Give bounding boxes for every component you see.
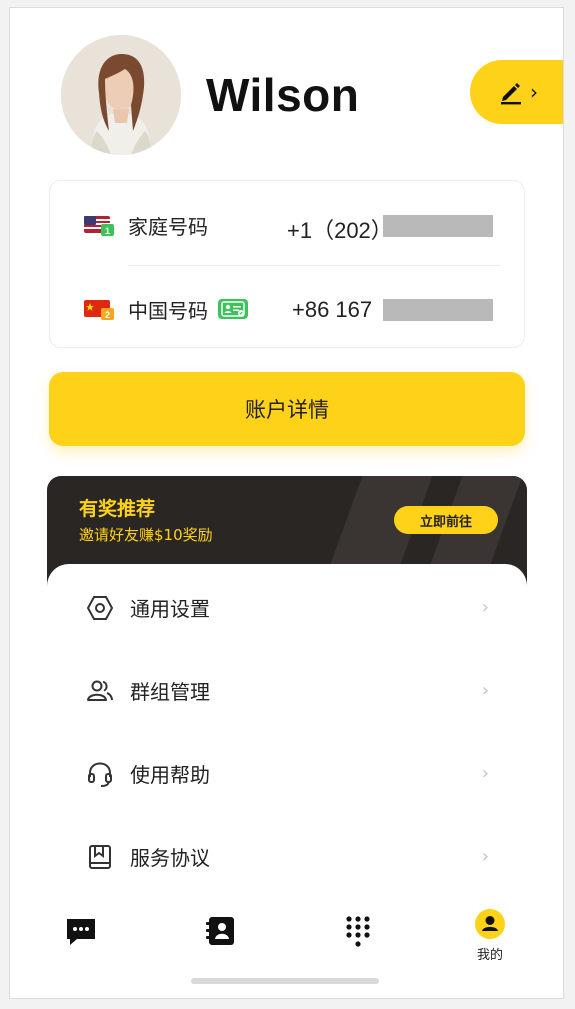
china-number-label: 中国号码 — [128, 298, 208, 323]
svg-text:1: 1 — [105, 226, 110, 236]
chevron-right-icon: › — [481, 597, 489, 618]
menu-item-help[interactable]: 使用帮助 › — [47, 732, 527, 815]
us-flag-icon: 1 — [84, 214, 114, 236]
menu-item-general-settings[interactable]: 通用设置 › — [47, 566, 527, 649]
contacts-book-icon — [206, 917, 234, 945]
china-number-row[interactable]: 2 中国号码 — [84, 289, 248, 329]
home-number-label: 家庭号码 — [128, 214, 208, 239]
chevron-right-icon: › — [481, 680, 489, 701]
app-screen: Wilson › 1 家庭号码 +1（202） 2 中国号码 +86 167 账… — [9, 7, 564, 999]
promo-title: 有奖推荐 — [79, 498, 156, 520]
chevron-right-icon: › — [481, 763, 489, 784]
dialpad-icon — [346, 916, 370, 947]
bookmark-icon — [86, 843, 114, 871]
id-card-icon — [218, 299, 248, 319]
cn-flag-icon: 2 — [84, 298, 114, 320]
redacted-block — [383, 215, 493, 237]
go-now-button[interactable]: 立即前往 — [394, 506, 498, 534]
svg-text:2: 2 — [105, 310, 110, 320]
tab-me-label: 我的 — [476, 948, 503, 963]
tab-contacts[interactable] — [195, 914, 245, 974]
home-number-row[interactable]: 1 家庭号码 — [84, 205, 208, 245]
hexagon-settings-icon — [86, 594, 114, 622]
group-icon — [86, 677, 114, 705]
chat-bubble-icon — [67, 919, 95, 945]
avatar[interactable] — [61, 35, 181, 155]
account-details-button[interactable]: 账户详情 — [49, 372, 525, 446]
user-profile-icon — [475, 909, 505, 939]
phone-numbers-card: 1 家庭号码 +1（202） 2 中国号码 +86 167 — [49, 180, 525, 348]
profile-name: Wilson — [206, 69, 360, 121]
china-number-value: +86 167 — [292, 297, 373, 322]
menu-item-label: 使用帮助 — [130, 763, 210, 787]
edit-profile-button[interactable]: › — [470, 60, 563, 124]
menu-item-label: 群组管理 — [130, 680, 210, 704]
pencil-icon — [501, 83, 521, 105]
promo-subtitle: 邀请好友赚$10奖励 — [79, 526, 213, 544]
redacted-block — [383, 299, 493, 321]
row-divider — [128, 265, 500, 266]
menu-item-label: 通用设置 — [130, 597, 210, 621]
tab-me[interactable]: 我的 — [465, 908, 515, 968]
home-number-value: +1（202） — [287, 218, 393, 243]
menu-item-label: 服务协议 — [130, 846, 210, 870]
menu-item-service-agreement[interactable]: 服务协议 › — [47, 815, 527, 898]
settings-menu: 通用设置 › 群组管理 › 使用帮助 › 服务协议 › — [47, 564, 527, 904]
tab-dialpad[interactable] — [333, 914, 383, 974]
chevron-right-icon: › — [530, 80, 538, 104]
tab-messages[interactable] — [56, 914, 106, 974]
home-indicator — [191, 978, 379, 984]
chevron-right-icon: › — [481, 846, 489, 867]
menu-item-group-management[interactable]: 群组管理 › — [47, 649, 527, 732]
headset-icon — [86, 760, 114, 788]
